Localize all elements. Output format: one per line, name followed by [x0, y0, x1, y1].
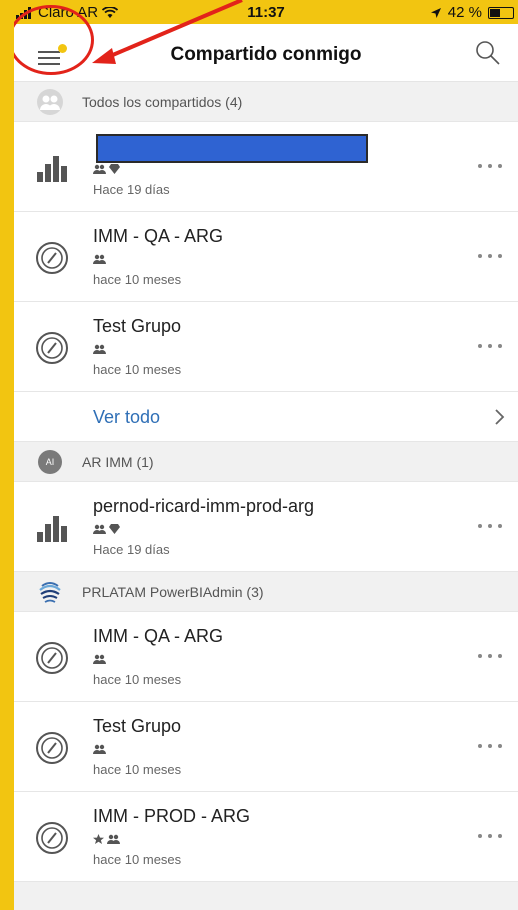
section-header-ar-imm: AI AR IMM (1)	[14, 442, 518, 482]
phone-screen: Claro AR 11:37 42 % Compartido conmigo T…	[14, 0, 518, 910]
list-item[interactable]: Test Grupo hace 10 meses	[14, 702, 518, 792]
item-time: hace 10 meses	[93, 362, 182, 377]
item-badges	[93, 252, 458, 266]
section-title: PRLATAM PowerBIAdmin (3)	[82, 583, 264, 600]
group-icon	[93, 164, 106, 174]
status-bar: Claro AR 11:37 42 %	[14, 0, 518, 24]
redaction-box	[96, 134, 368, 163]
organization-logo-icon	[36, 578, 64, 606]
item-badges	[93, 522, 458, 536]
list-footer	[14, 882, 518, 910]
status-right: 42 %	[430, 4, 514, 21]
see-all-link[interactable]: Ver todo	[14, 392, 518, 442]
item-title: IMM - PROD - ARG	[93, 806, 250, 826]
item-text: Test Grupo hace 10 meses	[93, 316, 458, 377]
item-time: Hace 19 días	[93, 182, 170, 197]
item-time: hace 10 meses	[93, 852, 182, 867]
item-text: IMM - QA - ARG hace 10 meses	[93, 626, 458, 687]
list-item[interactable]: IMM - QA - ARG hace 10 meses	[14, 212, 518, 302]
item-text: IMM - QA - ARG hace 10 meses	[93, 226, 458, 287]
item-time: hace 10 meses	[93, 272, 182, 287]
item-time: hace 10 meses	[93, 762, 182, 777]
page-title: Compartido conmigo	[170, 44, 362, 65]
see-all-label: Ver todo	[93, 407, 161, 427]
item-badges	[93, 162, 458, 176]
group-icon	[93, 344, 106, 354]
item-title: IMM - QA - ARG	[93, 626, 224, 646]
item-text: pernod-ricard-imm-prod-arg Hace 19 días	[93, 496, 458, 557]
search-icon	[476, 41, 500, 65]
list-item[interactable]: IMM - QA - ARG hace 10 meses	[14, 612, 518, 702]
premium-diamond-icon	[109, 524, 120, 534]
report-icon	[34, 150, 70, 186]
more-options-icon[interactable]	[472, 736, 508, 756]
group-avatar-icon	[36, 88, 64, 116]
section-title: Todos los compartidos (4)	[82, 93, 243, 110]
workspace-avatar: AI	[36, 448, 64, 476]
item-time: Hace 19 días	[93, 542, 170, 557]
item-time: hace 10 meses	[93, 672, 182, 687]
list-item[interactable]: IMM - PROD - ARG hace 10 meses	[14, 792, 518, 882]
report-icon	[34, 510, 70, 546]
dashboard-icon	[34, 730, 70, 766]
item-title: Test Grupo	[93, 316, 182, 336]
section-title: AR IMM (1)	[82, 453, 154, 470]
item-badges	[93, 652, 458, 666]
premium-diamond-icon	[109, 164, 120, 174]
more-options-icon[interactable]	[472, 646, 508, 666]
more-options-icon[interactable]	[472, 336, 508, 356]
shared-list: Todos los compartidos (4) Hace 19 días I…	[14, 82, 518, 910]
item-badges	[93, 342, 458, 356]
group-icon	[93, 524, 106, 534]
dashboard-icon	[34, 640, 70, 676]
favorite-star-icon	[93, 834, 104, 844]
search-button[interactable]	[472, 38, 504, 70]
dashboard-icon	[34, 240, 70, 276]
list-item[interactable]: Test Grupo hace 10 meses	[14, 302, 518, 392]
battery-percent: 42 %	[447, 4, 482, 21]
nav-bar: Compartido conmigo	[14, 24, 518, 82]
more-options-icon[interactable]	[472, 826, 508, 846]
item-badges	[93, 742, 458, 756]
group-icon	[107, 834, 120, 844]
item-text: Test Grupo hace 10 meses	[93, 716, 458, 777]
item-title: pernod-ricard-imm-prod-arg	[93, 496, 315, 516]
section-header-all-shared: Todos los compartidos (4)	[14, 82, 518, 122]
avatar-initials: AI	[38, 449, 62, 474]
item-text: IMM - PROD - ARG hace 10 meses	[93, 806, 458, 867]
group-icon	[93, 744, 106, 754]
section-header-prlatam: PRLATAM PowerBIAdmin (3)	[14, 572, 518, 612]
chevron-right-icon	[495, 409, 505, 425]
group-icon	[93, 654, 106, 664]
battery-icon	[488, 6, 514, 19]
dashboard-icon	[34, 330, 70, 366]
more-options-icon[interactable]	[472, 516, 508, 536]
group-icon	[93, 254, 106, 264]
location-icon	[430, 7, 441, 18]
list-item[interactable]: pernod-ricard-imm-prod-arg Hace 19 días	[14, 482, 518, 572]
item-badges	[93, 832, 458, 846]
dashboard-icon	[34, 820, 70, 856]
more-options-icon[interactable]	[472, 156, 508, 176]
item-title: IMM - QA - ARG	[93, 226, 224, 246]
more-options-icon[interactable]	[472, 246, 508, 266]
item-title: Test Grupo	[93, 716, 182, 736]
